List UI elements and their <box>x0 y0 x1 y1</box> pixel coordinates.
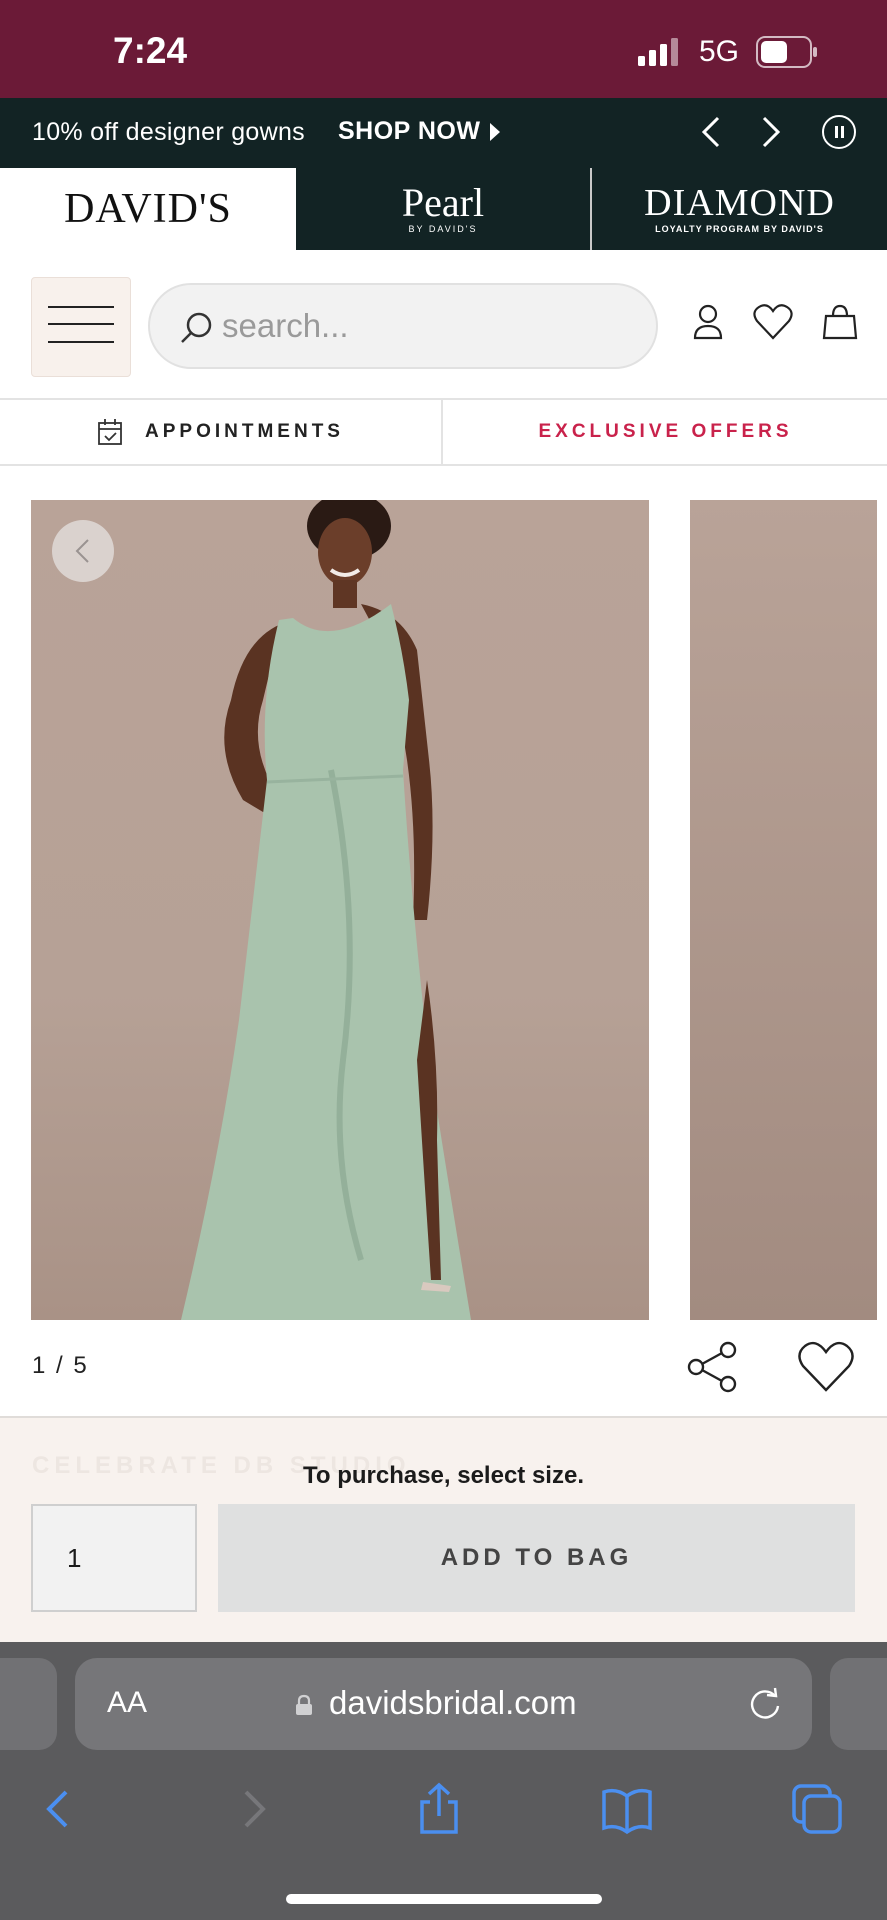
tabs-icon[interactable] <box>790 1782 844 1836</box>
shopping-bag-icon[interactable] <box>820 302 860 342</box>
browser-toolbar: AA davidsbridal.com <box>0 1642 887 1920</box>
photo-counter: 1 / 5 <box>32 1352 89 1379</box>
account-icon[interactable] <box>688 302 728 342</box>
calendar-icon <box>98 419 122 445</box>
next-tab-peek[interactable] <box>830 1658 887 1750</box>
diamond-subtitle: LOYALTY PROGRAM BY DAVID'S <box>655 224 824 234</box>
reload-icon[interactable] <box>747 1686 783 1722</box>
share-sheet-icon[interactable] <box>412 1782 466 1836</box>
brand-tab-diamond[interactable]: DIAMOND LOYALTY PROGRAM BY DAVID'S <box>592 168 887 250</box>
brand-tab-pearl[interactable]: Pearl BY DAVID'S <box>296 168 592 250</box>
brand-tabs: DAVID'S Pearl BY DAVID'S DIAMOND LOYALTY… <box>0 168 887 250</box>
add-to-bag-button[interactable]: ADD TO BAG <box>218 1504 855 1612</box>
gallery-prev-button[interactable] <box>52 520 114 582</box>
promo-text: 10% off designer gowns <box>32 118 305 146</box>
product-photo-next[interactable] <box>690 500 877 1320</box>
product-gallery: 1 / 5 <box>0 466 887 1416</box>
pause-icon[interactable] <box>822 115 856 149</box>
quantity-field[interactable]: 1 <box>31 1504 197 1612</box>
pearl-subtitle: BY DAVID'S <box>408 224 478 234</box>
search-icon <box>181 312 212 343</box>
shop-now-link[interactable]: SHOP NOW <box>338 117 501 146</box>
promo-banner: 10% off designer gowns SHOP NOW <box>0 98 887 168</box>
caret-right-icon <box>490 122 501 141</box>
exclusive-offers-label: EXCLUSIVE OFFERS <box>538 421 793 442</box>
previous-tab-peek[interactable] <box>0 1658 57 1750</box>
home-indicator <box>286 1894 602 1904</box>
back-icon[interactable] <box>32 1782 86 1836</box>
chevron-right-icon[interactable] <box>756 112 786 152</box>
sub-navigation: APPOINTMENTS EXCLUSIVE OFFERS <box>0 400 887 466</box>
heart-icon[interactable] <box>797 1338 855 1394</box>
url-text: davidsbridal.com <box>329 1684 577 1721</box>
search-input[interactable] <box>222 301 622 351</box>
search-bar[interactable] <box>148 283 658 369</box>
chevron-left-icon[interactable] <box>696 112 726 152</box>
status-bar: 7:24 5G <box>0 0 887 98</box>
reader-settings-button[interactable]: AA <box>107 1686 147 1720</box>
purchase-note: To purchase, select size. <box>302 1462 584 1489</box>
address-bar[interactable]: AA davidsbridal.com <box>75 1658 812 1750</box>
pearl-logo: Pearl <box>401 180 485 225</box>
shop-now-label: SHOP NOW <box>338 117 481 145</box>
status-time: 7:24 <box>113 30 188 71</box>
exclusive-offers-link[interactable]: EXCLUSIVE OFFERS <box>444 400 887 464</box>
davids-logo: DAVID'S <box>64 186 232 232</box>
share-icon[interactable] <box>686 1340 740 1394</box>
appointments-link[interactable]: APPOINTMENTS <box>0 400 443 464</box>
site-header <box>0 250 887 400</box>
bookmarks-icon[interactable] <box>600 1782 654 1836</box>
menu-button[interactable] <box>31 277 131 377</box>
forward-icon[interactable] <box>226 1782 280 1836</box>
brand-tab-davids[interactable]: DAVID'S <box>0 168 296 250</box>
appointments-label: APPOINTMENTS <box>145 421 344 442</box>
dress-model-illustration <box>181 500 471 1320</box>
product-photo[interactable] <box>31 500 649 1320</box>
lock-icon <box>296 1694 312 1715</box>
network-label: 5G <box>699 35 740 68</box>
chevron-left-icon <box>75 539 89 563</box>
diamond-logo: DIAMOND <box>644 182 835 224</box>
heart-icon[interactable] <box>752 302 794 342</box>
battery-icon <box>756 36 817 68</box>
purchase-bar: CELEBRATE DB STUDIO To purchase, select … <box>0 1416 887 1642</box>
signal-icon <box>638 38 678 66</box>
